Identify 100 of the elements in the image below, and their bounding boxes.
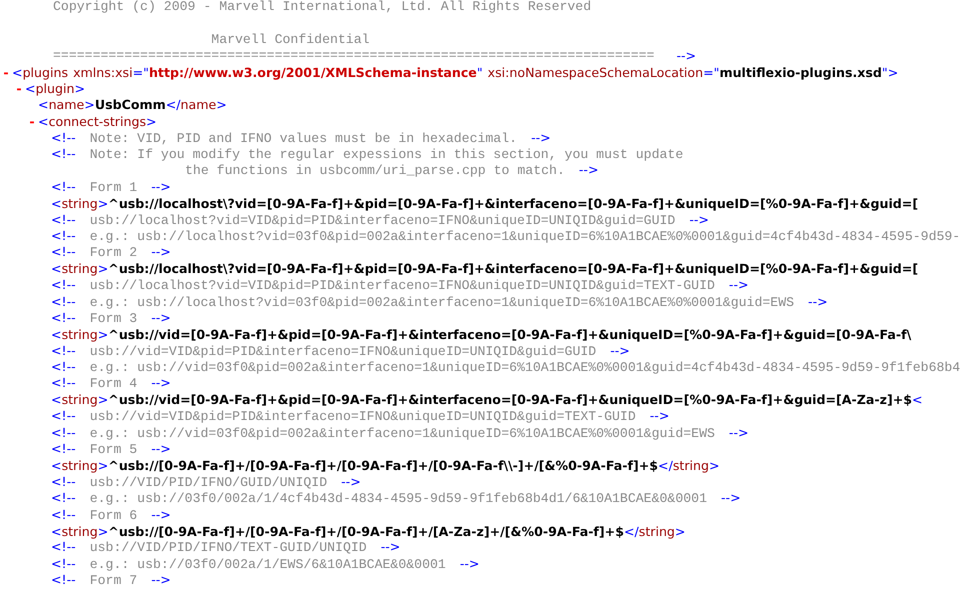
comment-text: Form 5	[90, 442, 138, 458]
comment-text: e.g.: usb://03f0/002a/1/4cf4b43d-4834-4595-9d59-9f1feb68b4d1/6&10A1BCAE&0&0001	[90, 491, 707, 506]
xml-markup: -->	[689, 212, 709, 227]
xml-markup: <!--	[51, 277, 76, 292]
tag-name: plugin	[36, 80, 75, 96]
xml-markup: <	[12, 64, 23, 80]
comment-text: usb://vid=VID&pid=PID&interfaceno=IFNO&uniqueID=UNIQID&guid=GUID	[90, 344, 596, 359]
xml-markup: "	[476, 64, 483, 80]
xml-markup: <!--	[51, 556, 76, 571]
xml-markup: <!--	[51, 228, 76, 243]
xml-markup: -->	[728, 277, 749, 292]
xml-markup: <	[51, 196, 62, 211]
tag-name: string	[672, 458, 709, 473]
comment-text: Form 6	[90, 508, 138, 523]
element-text: ^usb://localhost\?vid=[0-9A-Fa-f]+&pid=[0-9A-Fa-f]+&interfaceno=[0-9A-Fa-f]+&uniqueID=[%0-9A-Fa-f]+&guid=[	[108, 196, 918, 211]
xml-markup: <	[51, 261, 62, 276]
tag-name: plugins	[22, 64, 68, 80]
comment-text: Form 7	[90, 573, 138, 588]
comment-text: ============================================================================	[53, 48, 654, 65]
xml-markup: >	[146, 114, 157, 129]
attribute-name: xsi:noNamespaceSchemaLocation	[488, 64, 704, 80]
element-text: ^usb://localhost\?vid=[0-9A-Fa-f]+&pid=[0-9A-Fa-f]+&interfaceno=[0-9A-Fa-f]+&uniqueID=[%0-9A-Fa-f]+&guid=[	[108, 261, 918, 276]
xml-markup: </	[624, 524, 639, 538]
xml-markup: <!--	[51, 375, 76, 390]
xml-markup: -->	[650, 408, 670, 424]
xml-markup: <!--	[51, 212, 76, 227]
element-text: ^usb://vid=[0-9A-Fa-f]+&pid=[0-9A-Fa-f]+&interfaceno=[0-9A-Fa-f]+&uniqueID=[%0-9A-Fa-f]+&guid=[A-Za-z]+$	[108, 392, 912, 408]
comment-text: e.g.: usb://localhost?vid=03f0&pid=002a&interfaceno=1&uniqueID=6%10A1BCAE%0%0001&guid=4cf4b43d-4834-4595-9d59-	[90, 228, 960, 244]
xml-markup: -->	[151, 244, 171, 260]
comment-text: Form 3	[90, 310, 138, 326]
tag-name: string	[62, 261, 98, 276]
attribute-value: http://www.w3.org/2001/XMLSchema-instance	[148, 64, 477, 80]
collapse-toggle[interactable]: -	[0, 64, 12, 81]
xml-markup: <	[51, 392, 62, 408]
xml-markup: <!--	[51, 130, 76, 145]
xml-markup: <!--	[51, 424, 76, 440]
xml-markup: ="	[132, 64, 149, 80]
collapse-toggle[interactable]: -	[26, 114, 38, 130]
xml-markup: </	[166, 97, 181, 112]
xml-markup: <!--	[51, 146, 76, 162]
xml-markup: -->	[531, 130, 551, 145]
xml-markup: >	[98, 196, 108, 211]
tag-name: string	[62, 326, 98, 342]
comment-text: usb://VID/PID/IFNO/TEXT-GUID/UNIQID	[90, 540, 367, 556]
xml-markup: <!--	[51, 359, 76, 374]
comment-text: e.g.: usb://localhost?vid=03f0&pid=002a&interfaceno=1&uniqueID=6%10A1BCAE%0%0001&guid=EWS	[90, 294, 794, 310]
xml-markup: -->	[728, 424, 749, 440]
element-text: multiflexio-plugins.xsd	[719, 64, 882, 80]
xml-markup: -->	[460, 556, 480, 571]
comment-text: Note: VID, PID and IFNO values must be in hexadecimal.	[90, 130, 518, 146]
xml-markup: <!--	[51, 572, 76, 588]
xml-markup: >	[98, 392, 108, 408]
comment-text: Copyright (c) 2009 - Marvell International, Ltd. All Rights Reserved	[53, 0, 592, 16]
xml-markup: <	[51, 524, 62, 538]
xml-markup: -->	[151, 310, 171, 325]
xml-markup: >	[84, 97, 95, 112]
xml-markup: -->	[151, 506, 171, 522]
xml-markup: >	[98, 326, 108, 342]
tag-name: string	[638, 524, 675, 538]
xml-markup: >	[98, 261, 108, 276]
comment-text: e.g.: usb://vid=03f0&pid=002a&interfaceno=1&uniqueID=6%10A1BCAE%0%0001&guid=4cf4b43d-4834-4595-9d59-9f1feb68b4	[90, 360, 960, 376]
xml-markup: -->	[808, 294, 828, 309]
xml-markup: <	[25, 80, 36, 96]
xml-markup: >	[98, 458, 108, 473]
tag-name: name	[180, 97, 216, 112]
xml-markup: -->	[578, 162, 599, 178]
attribute-name: xmlns:xsi	[73, 64, 133, 80]
element-text: ^usb://vid=[0-9A-Fa-f]+&pid=[0-9A-Fa-f]+&interfaceno=[0-9A-Fa-f]+&uniqueID=[%0-9A-Fa-f]+&guid=[0-9A-Fa-f\	[108, 326, 912, 342]
comment-text: Form 4	[90, 376, 138, 392]
xml-markup: >	[216, 97, 227, 112]
xml-markup: ">	[882, 64, 898, 80]
xml-markup: <!--	[51, 474, 76, 489]
xml-markup: <!--	[51, 441, 76, 456]
xml-markup: -->	[610, 342, 630, 358]
comment-text: usb://localhost?vid=VID&pid=PID&interfaceno=IFNO&uniqueID=UNIQID&guid=TEXT-GUID	[90, 278, 715, 294]
xml-markup: <!--	[51, 506, 76, 522]
xml-markup: >	[98, 524, 108, 538]
element-text: ^usb://[0-9A-Fa-f]+/[0-9A-Fa-f]+/[0-9A-Fa-f]+/[0-9A-Fa-f\\-]+/[&%0-9A-Fa-f]+$	[108, 458, 658, 473]
xml-markup: </	[658, 458, 673, 473]
xml-markup: <	[51, 326, 62, 342]
element-text: ^usb://[0-9A-Fa-f]+/[0-9A-Fa-f]+/[0-9A-Fa-f]+/[A-Za-z]+/[&%0-9A-Fa-f]+$	[108, 524, 624, 538]
tag-name: string	[62, 392, 98, 408]
xml-markup: -->	[380, 539, 400, 554]
xml-markup: <	[38, 114, 49, 129]
xml-markup: <!--	[51, 178, 76, 194]
xml-markup: <	[51, 458, 62, 473]
element-text: UsbComm	[94, 97, 166, 112]
xml-markup: -->	[676, 48, 696, 65]
xml-markup: <	[912, 392, 923, 408]
comment-text: the functions in usbcomm/uri_parse.cpp to match.	[185, 163, 565, 178]
comment-text: usb://VID/PID/IFNO/GUID/UNIQID	[90, 474, 328, 490]
xml-markup: <!--	[51, 244, 76, 260]
xml-markup: <!--	[51, 310, 76, 325]
xml-markup: >	[708, 458, 720, 473]
tag-name: name	[48, 97, 84, 112]
collapse-toggle[interactable]: -	[13, 80, 25, 98]
xml-markup: <!--	[51, 408, 76, 424]
comment-text: e.g.: usb://vid=03f0&pid=002a&interfaceno=1&uniqueID=6%10A1BCAE%0%0001&guid=EWS	[90, 426, 715, 441]
comment-text: Form 1	[90, 180, 138, 195]
comment-text: usb://localhost?vid=VID&pid=PID&interfaceno=IFNO&uniqueID=UNIQID&guid=GUID	[90, 212, 676, 228]
